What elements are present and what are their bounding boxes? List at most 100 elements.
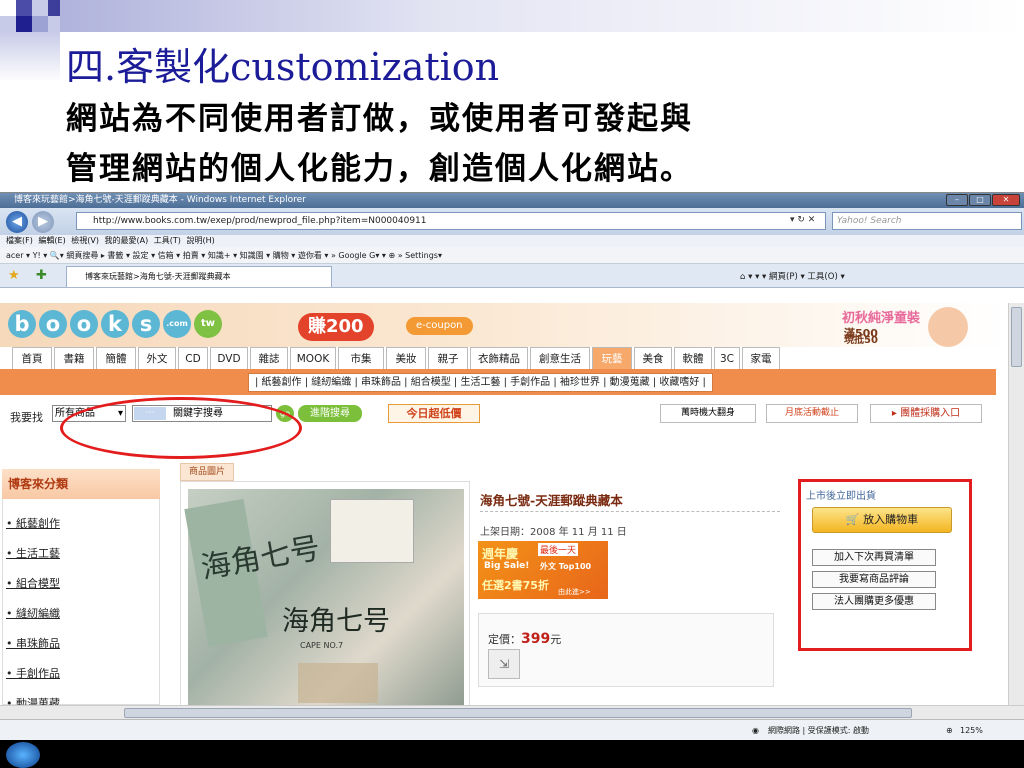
vertical-scrollbar[interactable] [1008, 303, 1024, 705]
nav-tab[interactable]: 市集 [338, 347, 384, 369]
add-favorite-icon[interactable]: ✚ [36, 268, 47, 283]
nav-tab[interactable]: 雜誌 [250, 347, 288, 369]
nav-tab[interactable]: MOOK [290, 347, 336, 369]
today-deal-button[interactable]: 今日超低價 [388, 404, 480, 423]
coupon-badge[interactable]: 賺200 [298, 313, 374, 341]
window-titlebar: 博客來玩藝館>海角七號-天涯郵蹤典藏本 - Windows Internet E… [0, 193, 1024, 208]
tab-bar: ★ ✚ 博客來玩藝館>海角七號-天涯郵蹤典藏本 ⌂ ▾ ▾ ▾ 網頁(P) ▾ … [0, 264, 1024, 288]
nav-tab[interactable]: 簡體 [96, 347, 136, 369]
favorites-star-icon[interactable]: ★ [8, 268, 20, 283]
menu-favorites[interactable]: 我的最愛(A) [105, 236, 149, 245]
bullet-icon: • [6, 547, 16, 560]
nav-tab[interactable]: 親子 [428, 347, 468, 369]
sidebar-item[interactable]: • 串珠飾品 [6, 635, 60, 651]
sidebar-item[interactable]: • 組合模型 [6, 575, 60, 591]
promo-line: 現抵50 [844, 335, 878, 346]
horizontal-scrollbar[interactable] [0, 705, 1024, 719]
slide-decoration [32, 16, 48, 32]
nav-tab[interactable]: 3C [714, 347, 740, 369]
menu-tools[interactable]: 工具(T) [154, 236, 181, 245]
cover-photo [330, 499, 414, 563]
browser-window: 博客來玩藝館>海角七號-天涯郵蹤典藏本 - Windows Internet E… [0, 192, 1024, 740]
nav-tab[interactable]: 美妝 [386, 347, 426, 369]
minimize-button[interactable]: – [946, 194, 968, 206]
scroll-thumb[interactable] [1011, 307, 1022, 367]
sidebar-item[interactable]: • 紙藝創作 [6, 515, 60, 531]
nav-tab[interactable]: 美食 [634, 347, 672, 369]
zoom-icon[interactable]: ⊕ [946, 720, 953, 740]
price-unit: 元 [550, 633, 562, 646]
start-button[interactable] [6, 742, 40, 768]
scroll-thumb[interactable] [124, 708, 912, 718]
logo-letter: b [8, 310, 36, 338]
nav-tab[interactable]: 書籍 [54, 347, 94, 369]
sidebar-item[interactable]: • 手創作品 [6, 665, 60, 681]
nav-tab[interactable]: 家電 [742, 347, 780, 369]
anniv-deal: 任選2書75折 [482, 579, 549, 592]
back-icon[interactable]: ◀ [6, 211, 28, 233]
logo-letter: o [70, 310, 98, 338]
nav-tab[interactable]: 玩藝 [592, 347, 632, 369]
promo-title[interactable]: 初秋純淨童裝 [842, 307, 920, 326]
sidebar-item-label: 組合模型 [16, 577, 60, 590]
sidebar-heading: 博客來分類 [2, 469, 160, 499]
sub-category-links[interactable]: | 紙藝創作 | 縫紉編織 | 串珠飾品 | 組合模型 | 生活工藝 | 手創作… [248, 373, 713, 392]
search-input[interactable]: Yahoo! Search [832, 212, 1022, 230]
menu-file[interactable]: 檔案(F) [6, 236, 33, 245]
tab-product-image[interactable]: 商品圖片 [180, 463, 234, 481]
nav-tab[interactable]: CD [178, 347, 208, 369]
command-bar[interactable]: ⌂ ▾ ▾ ▾ 網頁(P) ▾ 工具(O) ▾ [740, 270, 845, 282]
zoom-level[interactable]: 125% [960, 720, 983, 740]
logo-letter: .com [163, 310, 191, 338]
slide-title: 四.客製化customization [66, 45, 500, 89]
logo-letter: tw [194, 310, 222, 338]
status-zone: 網際網路 | 受保護模式: 啟動 [768, 726, 870, 735]
menu-view[interactable]: 檢視(V) [71, 236, 99, 245]
coupon-label[interactable]: e-coupon [406, 317, 473, 335]
url-input[interactable]: http://www.books.com.tw/exep/prod/newpro… [76, 212, 826, 230]
sidebar-item[interactable]: • 生活工藝 [6, 545, 60, 561]
sidebar-item-label: 手創作品 [16, 667, 60, 680]
sidebar-item[interactable]: • 縫紉編織 [6, 605, 60, 621]
product-title: 海角七號-天涯郵蹤典藏本 [480, 493, 623, 508]
release-date: 上架日期：2008 年 11 月 11 日 [480, 527, 627, 538]
slide-header-band [60, 0, 1024, 32]
refresh-icon[interactable]: ▾ ↻ ✕ [790, 215, 815, 225]
close-button[interactable]: ✕ [992, 194, 1020, 206]
child-photo [928, 307, 968, 347]
bullet-icon: • [6, 577, 16, 590]
menu-help[interactable]: 說明(H) [186, 236, 214, 245]
annotation-ellipse [60, 397, 302, 459]
globe-icon: ◉ [752, 726, 759, 735]
menu-edit[interactable]: 編輯(E) [38, 236, 65, 245]
sidebar-item-label: 生活工藝 [16, 547, 60, 560]
logo-letter: k [101, 310, 129, 338]
bullet-icon: • [6, 667, 16, 680]
menu-bar: 檔案(F) 編輯(E) 檢視(V) 我的最愛(A) 工具(T) 說明(H) [0, 235, 1024, 247]
search-toolbar[interactable]: acer ▾ Y! ▾ 🔍▾ 網頁搜尋 ▸ 書籤 ▾ 設定 ▾ 信箱 ▾ 拍賣 … [0, 247, 1024, 264]
nav-tab[interactable]: 首頁 [12, 347, 52, 369]
price-row: 定價：399元 [488, 631, 561, 647]
toolbar-items[interactable]: acer ▾ Y! ▾ 🔍▾ 網頁搜尋 ▸ 書籤 ▾ 設定 ▾ 信箱 ▾ 拍賣 … [6, 251, 442, 260]
advanced-search-button[interactable]: 進階搜尋 [298, 405, 362, 422]
nav-tab[interactable]: 軟體 [674, 347, 712, 369]
presentation-slide: 四.客製化customization 網站為不同使用者訂做，或使用者可發起與 管… [0, 0, 1024, 768]
nav-tab[interactable]: 衣飾精品 [470, 347, 528, 369]
nav-tab[interactable]: DVD [210, 347, 248, 369]
forward-icon[interactable]: ▶ [32, 211, 54, 233]
cover-subtitle: CAPE NO.7 [300, 641, 344, 650]
expand-image-icon[interactable]: ⇲ [488, 649, 520, 679]
slide-decoration [48, 16, 60, 32]
group-buy-button[interactable]: ▸ 團體採購入口 [870, 404, 982, 423]
nav-tab[interactable]: 創意生活 [530, 347, 590, 369]
bullet-icon: • [6, 637, 16, 650]
promo-button[interactable]: 月底活動截止 [766, 404, 858, 423]
maximize-button[interactable]: □ [969, 194, 991, 206]
nav-tab[interactable]: 外文 [138, 347, 176, 369]
anniversary-sale-banner[interactable]: 週年慶 最後一天 Big Sale! 外文 Top100 任選2書75折 由此進… [478, 541, 608, 599]
price-box [478, 613, 774, 687]
sidebar-item[interactable]: • 動漫蒐藏 [6, 695, 60, 705]
browser-tab[interactable]: 博客來玩藝館>海角七號-天涯郵蹤典藏本 [66, 266, 332, 287]
promo-button[interactable]: 萬時機大翻身 [660, 404, 756, 423]
logo-letter: s [132, 310, 160, 338]
